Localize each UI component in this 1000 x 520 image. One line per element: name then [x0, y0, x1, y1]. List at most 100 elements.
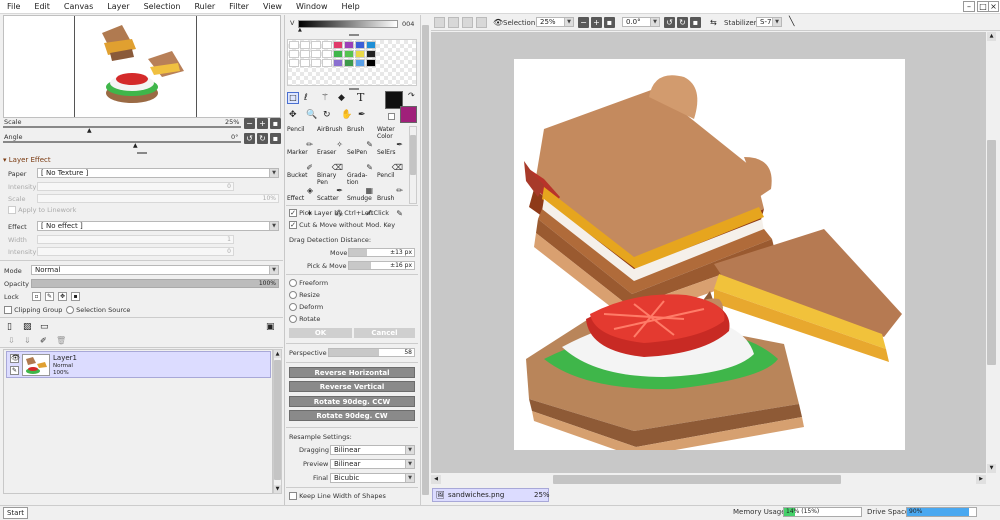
tool-pencil[interactable]: Pencil ✏	[287, 126, 316, 150]
minimize-button[interactable]: –	[963, 1, 975, 12]
menu-ruler[interactable]: Ruler	[187, 0, 222, 14]
ok-button[interactable]: OK	[289, 328, 352, 338]
color-swatch[interactable]	[311, 50, 321, 58]
tool-binary-pen[interactable]: Binary Pen ✒	[317, 172, 346, 196]
dragging-select[interactable]: Bilinear ▼	[330, 445, 415, 455]
zoom-tool-icon[interactable]: 🔍	[306, 110, 317, 120]
clipping-group-checkbox[interactable]	[4, 306, 12, 314]
navigator-view[interactable]	[3, 15, 281, 118]
color-swatch[interactable]	[300, 59, 310, 67]
color-swatch[interactable]	[344, 59, 354, 67]
layer-row[interactable]: 👁 ✎ Layer1 Normal 100%	[6, 351, 271, 378]
menu-edit[interactable]: Edit	[27, 0, 57, 14]
color-swatch[interactable]	[366, 41, 376, 49]
color-swatch[interactable]	[311, 59, 321, 67]
layer-effect-header[interactable]: ▾ Layer Effect	[3, 156, 51, 164]
color-swatch[interactable]	[366, 59, 376, 67]
color-swatch[interactable]	[333, 59, 343, 67]
lock-transparency-icon[interactable]: ▫	[32, 292, 41, 301]
keep-line-option[interactable]: Keep Line Width of Shapes	[289, 492, 386, 500]
zoom-reset-button[interactable]: ▪	[270, 118, 281, 129]
toolbar-icon-2[interactable]	[448, 17, 459, 28]
lock-paint-icon[interactable]: ✎	[45, 292, 54, 301]
menu-filter[interactable]: Filter	[222, 0, 256, 14]
pick-layer-checkbox[interactable]: ✓	[289, 209, 297, 217]
document-tab[interactable]: 🖼 sandwiches.png 25%	[432, 488, 550, 502]
color-swatch[interactable]	[355, 50, 365, 58]
rotate-ccw-toolbar-button[interactable]: ↺	[664, 17, 675, 28]
cut-move-option[interactable]: ✓ Cut & Move without Mod. Key	[289, 221, 395, 229]
canvas-vscroll-thumb[interactable]	[987, 140, 996, 365]
selection-source-option[interactable]: Selection Source	[66, 306, 130, 314]
clear-layer-icon[interactable]: ✐	[40, 336, 47, 345]
panel-resize-grip[interactable]	[137, 152, 147, 154]
tool-grada-tion[interactable]: Grada-tion ▦	[347, 172, 376, 196]
delete-layer-icon[interactable]: 🗑	[56, 336, 66, 345]
cancel-button[interactable]: Cancel	[354, 328, 415, 338]
tool-marker[interactable]: Marker ✐	[287, 149, 316, 173]
tool-panel-scroll-thumb[interactable]	[422, 25, 429, 495]
start-button[interactable]: Start	[3, 507, 28, 519]
pick-layer-option[interactable]: ✓ Pick Layer by Ctrl+LeftClick	[289, 209, 389, 217]
freeform-option[interactable]: Freeform	[289, 279, 328, 287]
lasso-icon[interactable]: ℓ	[304, 93, 308, 103]
zoom-select[interactable]: 25% ▼	[536, 17, 574, 27]
magic-wand-icon[interactable]: ⚚	[321, 93, 329, 103]
color-swatch[interactable]	[322, 50, 332, 58]
rotate-reset-toolbar-button[interactable]: ▪	[690, 17, 701, 28]
transfer-down-icon[interactable]: ⇩	[8, 336, 15, 345]
panel-resize-grip[interactable]	[349, 88, 359, 90]
lock-all-icon[interactable]: ▪	[71, 292, 80, 301]
reverse-vertical-button[interactable]: Reverse Vertical	[289, 381, 415, 392]
paint-lock-icon[interactable]: ✎	[10, 366, 19, 375]
menu-file[interactable]: File	[0, 0, 27, 14]
angle-select[interactable]: 0.0° ▼	[622, 17, 660, 27]
rotate-ccw-button[interactable]: ↺	[244, 133, 255, 144]
scroll-up-icon[interactable]: ▲	[274, 350, 281, 358]
scale-slider-thumb[interactable]: ▲	[87, 127, 92, 134]
tool-eraser[interactable]: Eraser ⌫	[317, 149, 346, 173]
color-swatch[interactable]	[300, 50, 310, 58]
color-swatch[interactable]	[333, 41, 343, 49]
toolbar-icon-4[interactable]	[476, 17, 487, 28]
scroll-down-icon[interactable]: ▼	[274, 485, 281, 493]
rotate-radio[interactable]	[289, 315, 297, 323]
tool-water-color[interactable]: Water Color ✒	[377, 126, 406, 150]
scroll-right-icon[interactable]: ▶	[976, 475, 986, 484]
resize-radio[interactable]	[289, 291, 297, 299]
rotate-cw-toolbar-button[interactable]: ↻	[677, 17, 688, 28]
color-swatch[interactable]	[344, 50, 354, 58]
new-linework-layer-icon[interactable]: ▨	[23, 322, 32, 332]
rotate-reset-button[interactable]: ▪	[270, 133, 281, 144]
value-slider[interactable]	[298, 20, 398, 28]
zoom-out-button[interactable]: −	[244, 118, 255, 129]
scroll-left-icon[interactable]: ◀	[431, 475, 441, 484]
menu-canvas[interactable]: Canvas	[57, 0, 100, 14]
lock-move-icon[interactable]: ✥	[58, 292, 67, 301]
effect-select[interactable]: [ No effect ] ▼	[37, 221, 279, 231]
reverse-horizontal-button[interactable]: Reverse Horizontal	[289, 367, 415, 378]
tool-brush[interactable]: Brush ✎	[347, 126, 376, 150]
color-swatch[interactable]	[300, 41, 310, 49]
menu-view[interactable]: View	[256, 0, 289, 14]
cut-move-checkbox[interactable]: ✓	[289, 221, 297, 229]
stabilizer-select[interactable]: S-7 ▼	[756, 17, 782, 27]
deform-radio[interactable]	[289, 303, 297, 311]
opacity-slider[interactable]: 100%	[31, 279, 279, 288]
rotate-cw-button[interactable]: ↻	[257, 133, 268, 144]
tool-airbrush[interactable]: AirBrush ✧	[317, 126, 346, 150]
color-swatch[interactable]	[289, 41, 299, 49]
tool-selers[interactable]: SelErs ⌫	[377, 149, 406, 173]
pick-move-slider[interactable]: ±16 px	[348, 261, 415, 270]
menu-help[interactable]: Help	[335, 0, 367, 14]
keep-line-checkbox[interactable]	[289, 492, 297, 500]
color-swatch[interactable]	[355, 59, 365, 67]
rect-select-icon[interactable]: □	[287, 92, 299, 104]
color-swatch[interactable]	[322, 41, 332, 49]
color-swatch[interactable]	[355, 41, 365, 49]
canvas-hscroll-thumb[interactable]	[553, 475, 841, 484]
merge-down-icon[interactable]: ⇓	[24, 336, 31, 345]
resize-option[interactable]: Resize	[289, 291, 320, 299]
freeform-radio[interactable]	[289, 279, 297, 287]
final-select[interactable]: Bicubic ▼	[330, 473, 415, 483]
